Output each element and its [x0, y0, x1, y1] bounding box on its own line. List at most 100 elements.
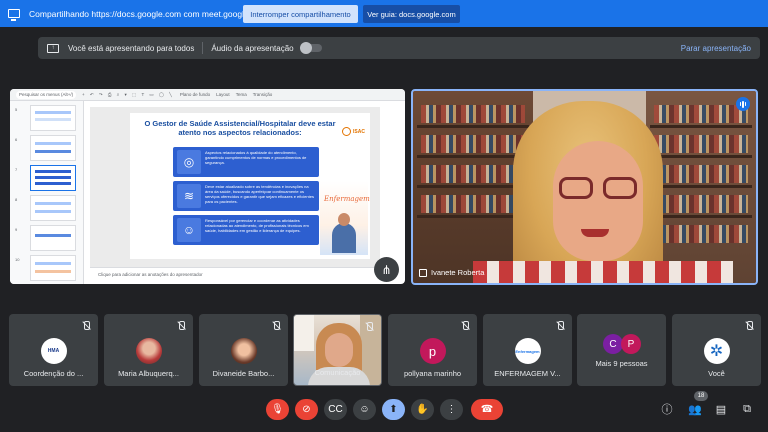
thumb-number: 8	[15, 197, 18, 202]
poster-person	[332, 213, 356, 253]
active-speaker-tile[interactable]: Ivanete Roberta	[411, 89, 758, 285]
participant-video-tile[interactable]: Comunicação	[293, 314, 382, 386]
stop-sharing-button[interactable]: Interromper compartilhamento	[243, 5, 358, 23]
slide-canvas[interactable]: O Gestor de Saúde Assistencial/Hospitala…	[130, 113, 370, 259]
speaking-indicator-icon	[736, 97, 750, 111]
participant-face	[325, 333, 353, 367]
participant-name: ENFERMAGEM V...	[494, 369, 561, 378]
participant-tile[interactable]: Divaneide Barbo...	[199, 314, 288, 386]
slide-thumbnails: 5 6 7 8 9 10	[10, 101, 84, 284]
avatar: HMA	[40, 338, 67, 364]
mic-off-button[interactable]: 🎙	[266, 399, 289, 420]
participant-tile[interactable]: Enfermagem ENFERMAGEM V...	[483, 314, 572, 386]
present-button[interactable]: ⬆	[382, 399, 405, 420]
speaker-name-label: Ivanete Roberta	[419, 268, 484, 277]
speaker-mouth	[581, 229, 609, 237]
stop-presenting-button[interactable]: Parar apresentação	[681, 44, 751, 53]
avatar	[230, 338, 257, 364]
toolbar-icons: + ↶ ↷ ⎙ ⌕ ▾ ⬚ T ▭ ◯ ╲	[82, 91, 174, 97]
slide-thumbnail[interactable]	[30, 105, 76, 131]
poster-title: Enfermagem	[324, 195, 370, 203]
pin-icon[interactable]	[419, 268, 427, 277]
camera-off-button[interactable]: ⊘	[295, 399, 318, 420]
slide-thumbnail[interactable]	[30, 225, 76, 251]
thumb-number: 10	[15, 257, 20, 262]
shared-screen: Pesquisar os menus (Alt+/) + ↶ ↷ ⎙ ⌕ ▾ ⬚…	[10, 89, 405, 284]
participant-tile[interactable]: p pollyana marinho	[388, 314, 477, 386]
more-people-tile[interactable]: C P Mais 9 pessoas	[577, 314, 666, 386]
speaker-notes[interactable]: Clique para adicionar as anotações do ap…	[90, 267, 390, 281]
more-people-label: Mais 9 pessoas	[595, 359, 648, 368]
more-options-button[interactable]: ⋮	[440, 399, 463, 420]
activities-icon[interactable]: ⧉	[740, 402, 754, 416]
mic-off-icon	[81, 321, 91, 331]
sharing-text: Compartilhando https://docs.google.com c…	[29, 8, 268, 19]
avatar: P	[621, 334, 641, 354]
leave-call-button[interactable]: ☎	[471, 399, 503, 420]
slide-content-box: ☺ Responsável por gerenciar e coordenar …	[173, 215, 319, 245]
slides-toolbar: Pesquisar os menus (Alt+/) + ↶ ↷ ⎙ ⌕ ▾ ⬚…	[10, 89, 405, 101]
slide-content-box: ◎ Aspectos relacionados à qualidade do a…	[173, 147, 319, 177]
presenting-bar: ↑ Você está apresentando para todos Áudi…	[38, 37, 760, 59]
participant-name: Coordenção do ...	[23, 369, 84, 378]
presentation-audio-toggle[interactable]	[299, 42, 322, 54]
layers-icon: ≋	[177, 184, 201, 208]
slide-thumbnail[interactable]	[30, 255, 76, 281]
emoji-button[interactable]: ☺	[353, 399, 376, 420]
participant-name: pollyana marinho	[403, 369, 462, 378]
participant-name: Comunicação	[314, 368, 361, 377]
participant-name: Divaneide Barbo...	[212, 369, 275, 378]
mic-off-icon	[176, 321, 186, 331]
mic-off-icon	[271, 321, 281, 331]
slide-editor: O Gestor de Saúde Assistencial/Hospitala…	[90, 107, 380, 267]
slide-box-text: Responsável por gerenciar e coordenar as…	[205, 218, 309, 233]
captions-button[interactable]: CC	[324, 399, 347, 420]
self-tile[interactable]: ✲ Você	[672, 314, 761, 386]
slide-thumbnail[interactable]	[30, 135, 76, 161]
avatar: ✲	[703, 338, 730, 364]
toolbar-item-layout[interactable]: Layout	[216, 92, 230, 97]
target-icon: ◎	[177, 150, 201, 174]
toolbar-item-background[interactable]: Plano de fundo	[180, 92, 210, 97]
screen-share-icon	[8, 9, 20, 21]
menu-search-input[interactable]: Pesquisar os menus (Alt+/)	[16, 90, 76, 99]
chat-icon[interactable]: ▤	[714, 402, 728, 416]
speaker-shirt	[473, 261, 733, 283]
avatar: p	[419, 338, 446, 364]
background-window	[294, 315, 314, 351]
speaker-glasses	[559, 177, 639, 199]
slide-thumbnail[interactable]	[30, 195, 76, 221]
share-icon[interactable]: ⋔	[374, 257, 399, 282]
switch-tab-button[interactable]: Ver guia: docs.google.com	[363, 5, 460, 23]
avatar: Enfermagem	[514, 338, 541, 364]
thumb-number: 5	[15, 107, 18, 112]
present-screen-icon: ↑	[47, 43, 59, 53]
mic-off-icon	[555, 321, 565, 331]
info-icon[interactable]: ⓘ	[660, 402, 674, 416]
slide-title: O Gestor de Saúde Assistencial/Hospitala…	[144, 119, 336, 137]
toolbar-item-transition[interactable]: Transição	[253, 92, 273, 97]
thumb-number: 9	[15, 227, 18, 232]
slide-thumbnail-selected[interactable]	[30, 165, 76, 191]
raise-hand-button[interactable]: ✋	[411, 399, 434, 420]
thumb-number: 7	[15, 167, 18, 172]
toolbar-item-theme[interactable]: Tema	[236, 92, 247, 97]
participant-name: Maria Albuquerq...	[118, 369, 179, 378]
participant-tile[interactable]: Maria Albuquerq...	[104, 314, 193, 386]
presenting-label: Você está apresentando para todos	[68, 43, 195, 53]
slide-box-text: Deve estar atualizado sobre as tendência…	[205, 184, 314, 204]
avatar	[135, 338, 162, 364]
avatar: C	[603, 334, 623, 354]
speaker-face	[553, 141, 643, 261]
speaker-name: Ivanete Roberta	[431, 268, 485, 277]
mic-off-icon	[744, 321, 754, 331]
mic-off-icon	[364, 322, 374, 332]
team-icon: ☺	[177, 218, 201, 242]
participant-tile[interactable]: HMA Coordenção do ...	[9, 314, 98, 386]
divider	[202, 42, 204, 54]
people-icon[interactable]: 👥	[688, 402, 702, 416]
slide-poster-image: Enfermagem	[320, 181, 370, 255]
participant-name: Você	[708, 369, 725, 378]
slide-box-text: Aspectos relacionados à qualidade do ate…	[205, 150, 307, 165]
mic-off-icon	[460, 321, 470, 331]
